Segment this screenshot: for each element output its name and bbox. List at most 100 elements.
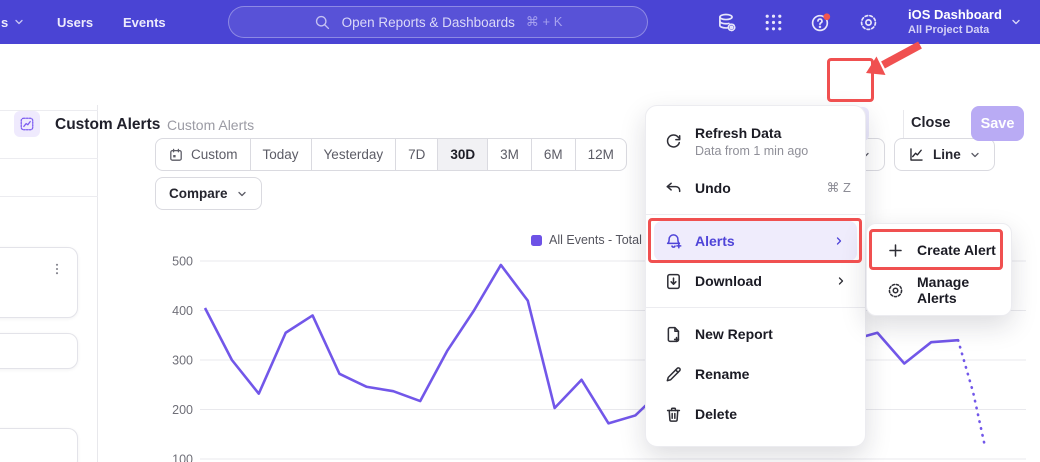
y-axis-tick-label: 300 bbox=[172, 354, 193, 368]
menu-item-label: Manage Alerts bbox=[917, 274, 997, 306]
date-range-segmented-control: Custom Today Yesterday 7D 30D 3M6M 12M bbox=[155, 138, 627, 171]
nav-item-partial-label: s bbox=[1, 15, 8, 30]
menu-item-delete[interactable]: Delete bbox=[646, 394, 865, 434]
range-label: 7D bbox=[408, 147, 425, 162]
menu-item-text: Download bbox=[695, 273, 762, 289]
top-navigation-bar: s Users Events Open Reports & Dashboards… bbox=[0, 0, 1040, 44]
settings-icon[interactable] bbox=[858, 12, 879, 33]
nav-item-users[interactable]: Users bbox=[57, 0, 93, 44]
range-custom[interactable]: Custom bbox=[156, 139, 250, 170]
chart-type-button[interactable]: Line bbox=[894, 138, 995, 171]
range-today[interactable]: Today bbox=[250, 139, 311, 170]
menu-item-undo[interactable]: Undo ⌘ Z bbox=[646, 168, 865, 208]
apps-grid-icon[interactable] bbox=[763, 12, 784, 33]
menu-item-new-report[interactable]: New Report bbox=[646, 314, 865, 354]
range-label: Custom bbox=[191, 147, 238, 162]
report-icon bbox=[14, 111, 40, 137]
close-button[interactable]: Close bbox=[911, 115, 951, 131]
menu-item-alerts[interactable]: Alerts bbox=[654, 221, 857, 261]
menu-item-label: Refresh Data bbox=[695, 125, 808, 141]
new-report-icon bbox=[663, 325, 683, 344]
refresh-icon bbox=[663, 132, 683, 151]
compare-label: Compare bbox=[169, 186, 228, 201]
range-label: 30D bbox=[450, 147, 475, 162]
project-name: iOS Dashboard bbox=[908, 6, 1002, 23]
y-axis-tick-label: 400 bbox=[172, 304, 193, 318]
kebab-menu-icon[interactable] bbox=[50, 261, 64, 277]
menu-item-text: Create Alert bbox=[917, 242, 996, 258]
legend-swatch bbox=[531, 235, 542, 246]
search-icon bbox=[314, 14, 331, 31]
search-shortcut: ⌘ + K bbox=[526, 14, 563, 30]
menu-item-text: Delete bbox=[695, 406, 737, 422]
save-button[interactable]: Save bbox=[971, 106, 1024, 141]
range-yesterday[interactable]: Yesterday bbox=[311, 139, 396, 170]
chevron-down-icon bbox=[969, 149, 981, 161]
search-placeholder: Open Reports & Dashboards bbox=[342, 15, 515, 30]
help-icon[interactable] bbox=[810, 12, 831, 33]
nav-item-events[interactable]: Events bbox=[123, 0, 166, 44]
menu-item-text: Rename bbox=[695, 366, 749, 382]
download-icon bbox=[663, 272, 683, 291]
menu-divider bbox=[646, 307, 865, 308]
breadcrumb: Custom Alerts bbox=[167, 117, 254, 133]
legend-label: All Events - Total bbox=[549, 233, 642, 247]
menu-item-label: Rename bbox=[695, 366, 749, 382]
divider bbox=[0, 158, 98, 159]
range-label: 12M bbox=[588, 147, 614, 162]
chevron-right-icon bbox=[831, 275, 851, 287]
range-12m[interactable]: 12M bbox=[575, 139, 626, 170]
range-label: Yesterday bbox=[324, 147, 384, 162]
manage-gear-icon bbox=[885, 281, 905, 300]
menu-item-text: Alerts bbox=[695, 233, 735, 249]
chevron-down-icon bbox=[1010, 16, 1022, 28]
more-options-menu: Refresh Data Data from 1 min ago Undo ⌘ Z Al… bbox=[645, 105, 866, 447]
menu-item-sublabel: Data from 1 min ago bbox=[695, 144, 808, 158]
chevron-right-icon bbox=[829, 235, 849, 247]
menu-item-download[interactable]: Download bbox=[646, 261, 865, 301]
chevron-down-icon bbox=[13, 16, 25, 28]
project-selector[interactable]: iOS Dashboard All Project Data bbox=[908, 6, 1002, 37]
global-search-input[interactable]: Open Reports & Dashboards ⌘ + K bbox=[228, 6, 648, 38]
range-30d[interactable]: 30D bbox=[437, 139, 487, 170]
page-title: Custom Alerts bbox=[55, 116, 160, 134]
data-settings-icon[interactable] bbox=[716, 12, 737, 33]
project-scope: All Project Data bbox=[908, 23, 989, 37]
range-label: Today bbox=[263, 147, 299, 162]
menu-item-refresh-data[interactable]: Refresh Data Data from 1 min ago bbox=[646, 114, 865, 168]
pencil-icon bbox=[663, 365, 683, 384]
trash-icon bbox=[663, 405, 683, 424]
menu-item-text: New Report bbox=[695, 326, 773, 342]
range-6m[interactable]: 6M bbox=[531, 139, 575, 170]
alerts-submenu: Create Alert Manage Alerts bbox=[866, 223, 1012, 316]
chart-legend: All Events - Total bbox=[531, 233, 642, 247]
menu-item-text: Undo bbox=[695, 180, 731, 196]
app-window: 100200300400500 All Events - Total Custo… bbox=[0, 0, 1040, 462]
range-3m[interactable]: 3M bbox=[487, 139, 531, 170]
menu-item-create-alert[interactable]: Create Alert bbox=[867, 230, 1011, 270]
menu-item-rename[interactable]: Rename bbox=[646, 354, 865, 394]
plus-icon bbox=[885, 242, 905, 259]
alert-bell-plus-icon bbox=[663, 232, 683, 251]
menu-item-text: Refresh Data Data from 1 min ago bbox=[695, 125, 808, 158]
chart-type-label: Line bbox=[933, 147, 961, 162]
nav-item-partial[interactable]: s bbox=[1, 0, 25, 44]
y-axis-tick-label: 500 bbox=[172, 255, 193, 269]
menu-item-text: Manage Alerts bbox=[917, 274, 997, 306]
query-builder-sidebar bbox=[0, 105, 98, 462]
query-card[interactable] bbox=[0, 247, 78, 318]
menu-item-label: Create Alert bbox=[917, 242, 996, 258]
range-7d[interactable]: 7D bbox=[395, 139, 437, 170]
line-chart-icon bbox=[908, 146, 925, 163]
chart-series-line-projection bbox=[958, 340, 985, 446]
menu-item-manage-alerts[interactable]: Manage Alerts bbox=[867, 270, 1011, 310]
menu-divider bbox=[646, 214, 865, 215]
query-card[interactable] bbox=[0, 333, 78, 369]
menu-item-label: Download bbox=[695, 273, 762, 289]
y-axis-tick-label: 200 bbox=[172, 403, 193, 417]
chevron-down-icon bbox=[236, 188, 248, 200]
report-header: Custom Alerts Custom Alerts GV Duplicate… bbox=[0, 44, 1040, 105]
compare-button[interactable]: Compare bbox=[155, 177, 262, 210]
query-card[interactable] bbox=[0, 428, 78, 462]
menu-item-shortcut: ⌘ Z bbox=[826, 180, 851, 196]
